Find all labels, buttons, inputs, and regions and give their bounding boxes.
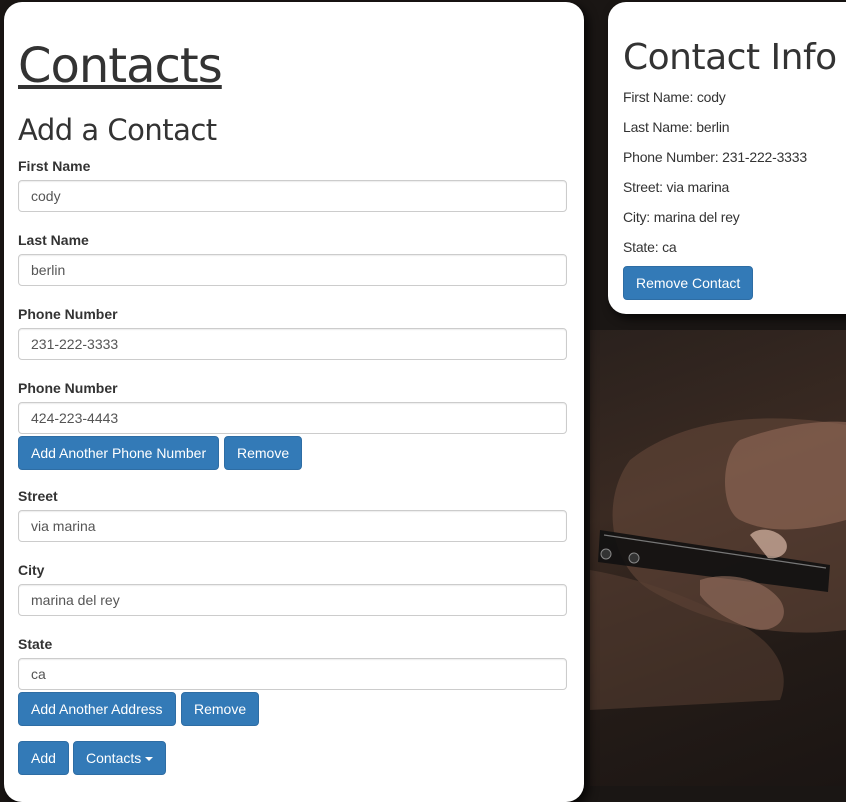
- info-street: Street: via marina: [623, 179, 730, 195]
- remove-contact-button[interactable]: Remove Contact: [623, 266, 754, 300]
- info-last-name: Last Name: berlin: [623, 119, 730, 135]
- phone-number-label: Phone Number: [18, 306, 118, 322]
- hands-phone-illustration: [590, 418, 846, 710]
- remove-phone-button[interactable]: Remove: [224, 436, 303, 470]
- contacts-dropdown-label: Contacts: [86, 750, 142, 766]
- info-phone-number: Phone Number: 231-222-3333: [623, 149, 807, 165]
- contacts-dropdown-button[interactable]: Contacts: [73, 741, 167, 775]
- contact-info-title: Contact Info: [623, 37, 837, 78]
- street-field[interactable]: [18, 510, 567, 542]
- caret-down-icon: [145, 757, 154, 762]
- form-title: Add a Contact: [18, 113, 217, 147]
- background-photo: [590, 330, 846, 786]
- city-label: City: [18, 562, 45, 578]
- add-phone-button[interactable]: Add Another Phone Number: [18, 436, 220, 470]
- remove-address-button[interactable]: Remove: [181, 692, 260, 726]
- first-name-label: First Name: [18, 158, 91, 174]
- add-contact-panel: Contacts Add a Contact First Name Last N…: [4, 2, 584, 802]
- last-name-label: Last Name: [18, 232, 89, 248]
- contact-info-panel: Contact Info First Name: cody Last Name:…: [608, 2, 846, 314]
- state-label: State: [18, 636, 53, 652]
- page-title: Contacts: [18, 38, 223, 94]
- info-first-name: First Name: cody: [623, 89, 726, 105]
- add-address-button[interactable]: Add Another Address: [18, 692, 176, 726]
- phone-number-field[interactable]: [18, 328, 567, 360]
- last-name-field[interactable]: [18, 254, 567, 286]
- first-name-field[interactable]: [18, 180, 567, 212]
- info-state: State: ca: [623, 239, 677, 255]
- info-city: City: marina del rey: [623, 209, 740, 225]
- street-label: Street: [18, 488, 58, 504]
- phone-number-2-field[interactable]: [18, 402, 567, 434]
- city-field[interactable]: [18, 584, 567, 616]
- state-field[interactable]: [18, 658, 567, 690]
- phone-number-2-label: Phone Number: [18, 380, 118, 396]
- add-button[interactable]: Add: [18, 741, 69, 775]
